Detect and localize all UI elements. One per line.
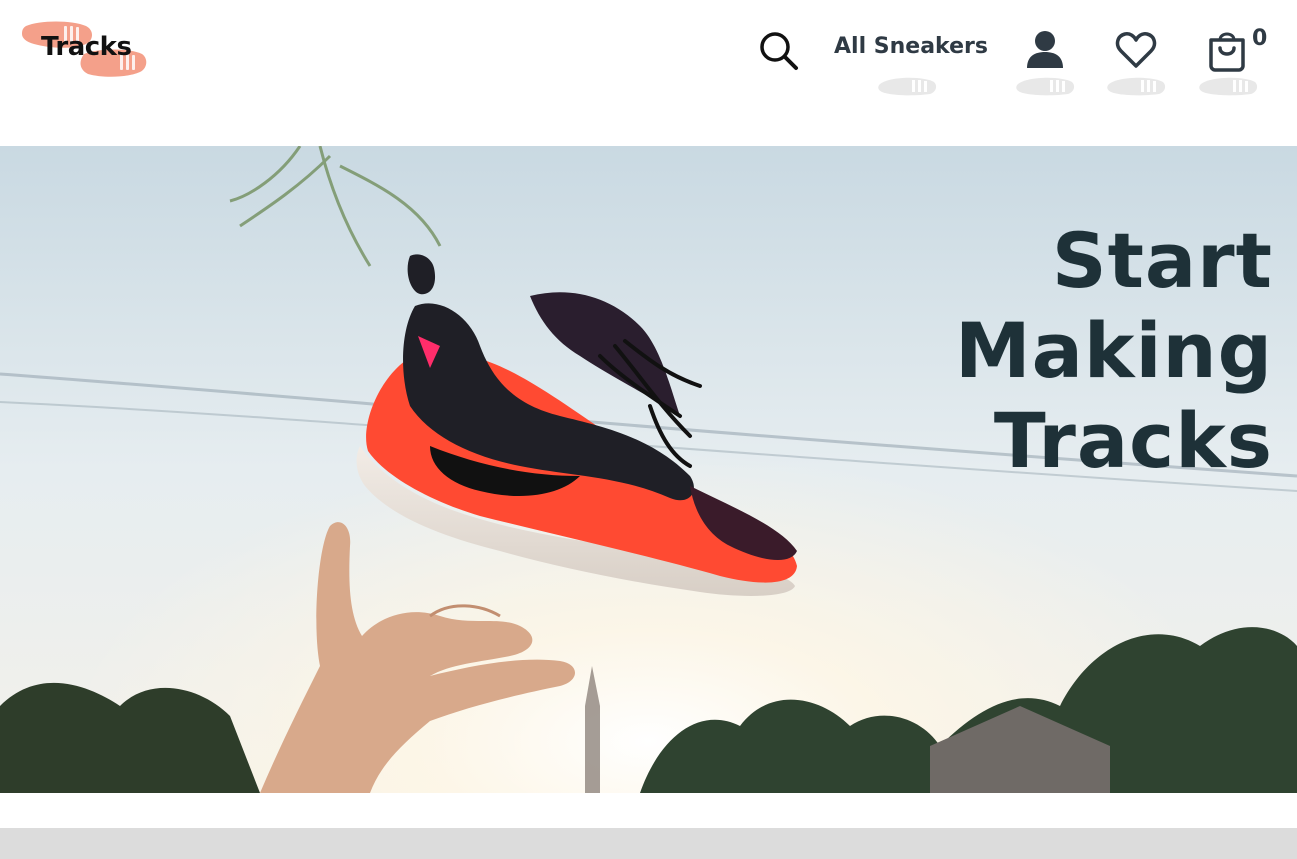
cart-button[interactable] [1206, 28, 1248, 72]
hero-banner: Start Making Tracks [0, 146, 1297, 793]
user-icon [1027, 31, 1063, 68]
brand-logo[interactable]: Tracks [20, 18, 150, 84]
account-button[interactable] [1024, 28, 1066, 72]
heart-icon [1115, 32, 1157, 68]
shopping-bag-icon [1209, 32, 1245, 72]
wishlist-button[interactable] [1115, 28, 1157, 72]
nav-shoeprint-mark [878, 77, 937, 96]
hero-headline-line: Start [1051, 216, 1273, 305]
section-divider [0, 828, 1297, 859]
nav-shoeprint-mark [1016, 77, 1075, 96]
hero-headline-line: Making [954, 306, 1273, 395]
nav-shoeprint-mark [1107, 77, 1166, 96]
cart-count-badge: 0 [1252, 26, 1268, 51]
site-header: Tracks All Sneakers 0 [0, 0, 1297, 146]
search-button[interactable] [758, 28, 800, 72]
hero-headline-line: Tracks [993, 396, 1273, 485]
nav-shoeprint-mark [1199, 77, 1258, 96]
search-icon [760, 32, 798, 70]
all-sneakers-link[interactable]: All Sneakers [834, 34, 988, 59]
hero-headline: Start Making Tracks [955, 216, 1273, 486]
brand-name: Tracks [41, 32, 132, 62]
